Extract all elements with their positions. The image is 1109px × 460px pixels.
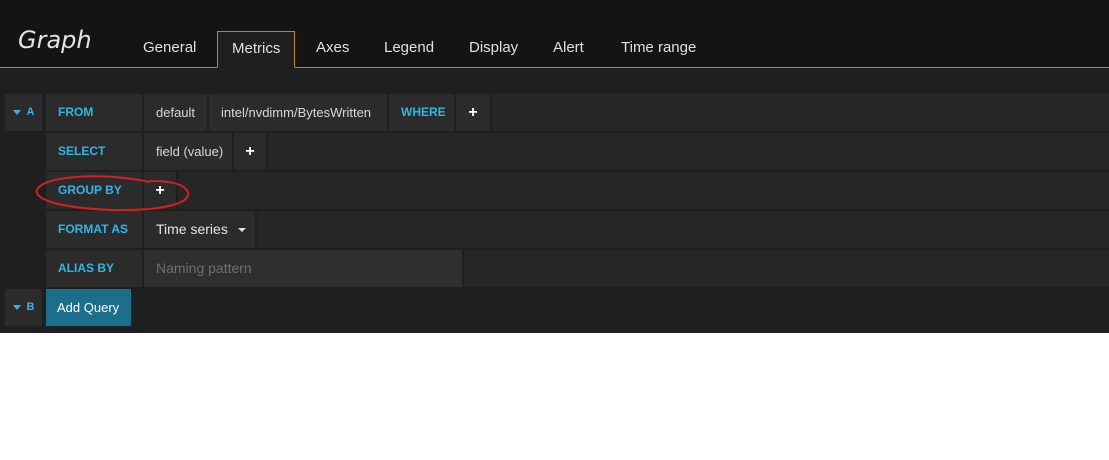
- annotation-circle: [35, 175, 189, 212]
- graph-editor-panel: Graph General Metrics Axes Legend Displa…: [0, 0, 1109, 333]
